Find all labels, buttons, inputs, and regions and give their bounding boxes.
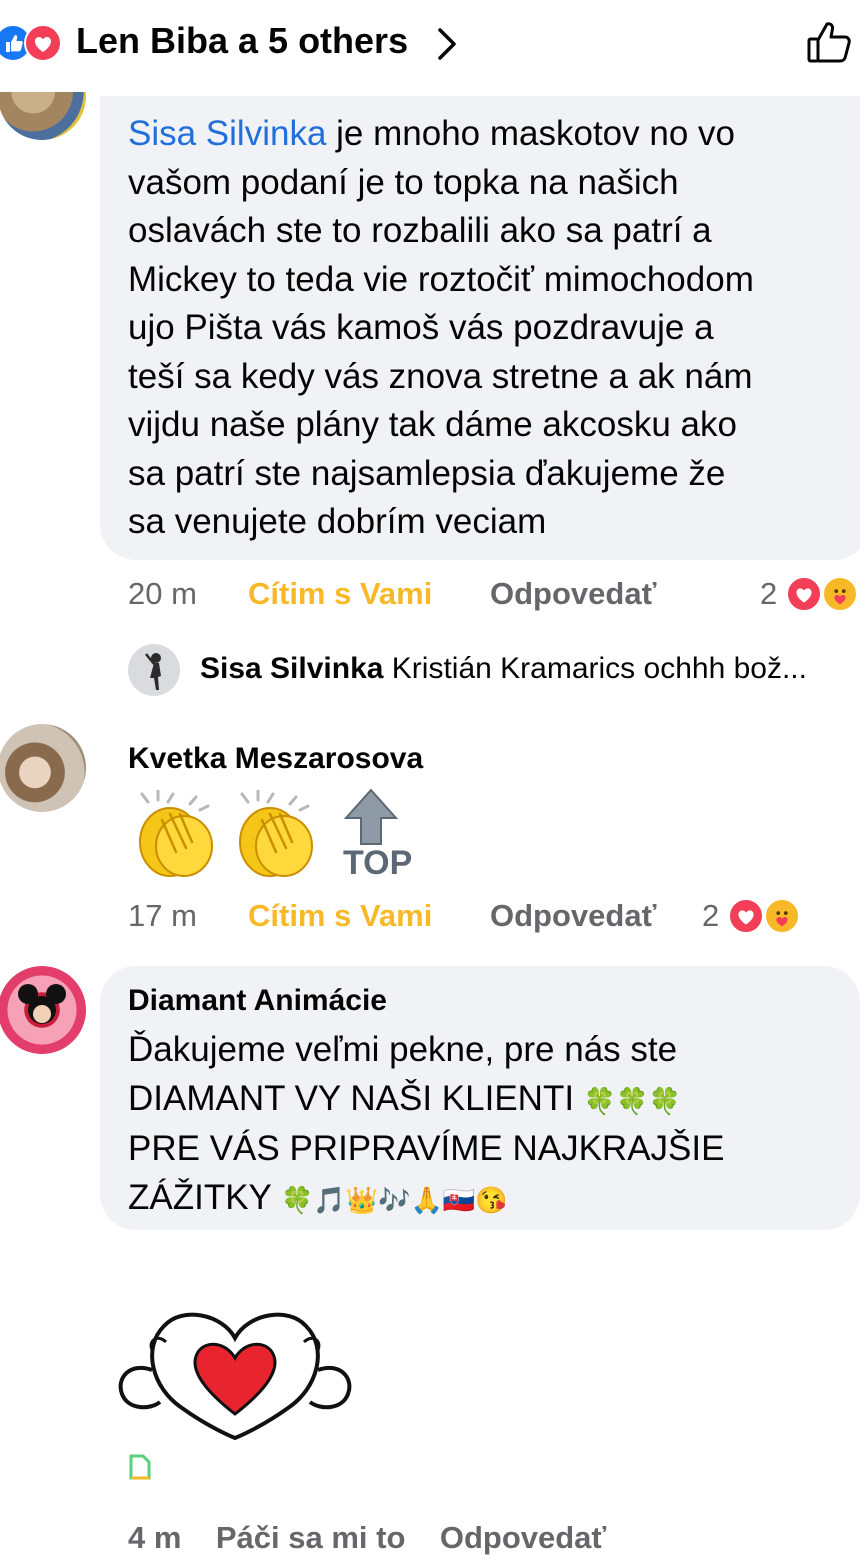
care-reaction-icon xyxy=(764,898,800,934)
avatar[interactable] xyxy=(0,966,86,1054)
love-reaction-icon xyxy=(24,24,62,62)
comment-text: Sisa Silvinka je mnoho maskotov no vo va… xyxy=(128,114,754,541)
heart-hands-sticker-icon xyxy=(112,1298,358,1446)
reply-text: Kristián Kramarics ochhh bož... xyxy=(391,652,807,685)
comment-text: Ďakujeme veľmi pekne, pre nás ste DIAMAN… xyxy=(128,1030,725,1217)
reaction-icons xyxy=(0,24,68,62)
reply-button[interactable]: Odpovedať xyxy=(490,898,656,934)
partial-meta: 4 m Páči sa mi to Odpovedať xyxy=(128,1520,607,1555)
chevron-right-icon[interactable] xyxy=(432,24,462,64)
top-label: TOP xyxy=(343,844,413,882)
care-button[interactable]: Cítim s Vami xyxy=(248,898,432,934)
reply-button[interactable]: Odpovedať xyxy=(490,576,656,612)
reactions-header[interactable]: Len Biba a 5 others xyxy=(0,0,860,92)
reply-preview[interactable]: Sisa Silvinka Kristián Kramarics ochhh b… xyxy=(200,652,850,686)
comment-author[interactable]: Kvetka Meszarosova xyxy=(128,742,423,776)
care-reaction-icon xyxy=(822,576,858,612)
reaction-count[interactable]: 2 xyxy=(760,576,777,612)
avatar[interactable] xyxy=(0,724,86,812)
clapping-hands-icon xyxy=(228,789,324,882)
comment-author[interactable]: Diamant Animácie xyxy=(128,984,387,1018)
love-reaction-icon xyxy=(786,576,822,612)
like-outline-icon[interactable] xyxy=(804,18,854,68)
sticker-tag-icon[interactable] xyxy=(128,1454,152,1480)
top-arrow-icon: TOP xyxy=(338,786,412,882)
comment-time: 20 m xyxy=(128,576,197,611)
reaction-count[interactable]: 2 xyxy=(702,898,719,934)
reactions-summary[interactable]: Len Biba a 5 others xyxy=(76,20,408,62)
comment-time: 17 m xyxy=(128,898,197,933)
avatar[interactable] xyxy=(128,644,180,696)
clapping-hands-icon xyxy=(128,789,224,882)
care-button[interactable]: Cítim s Vami xyxy=(248,576,432,612)
mention-link[interactable]: Sisa Silvinka xyxy=(128,114,326,153)
love-reaction-icon xyxy=(728,898,764,934)
reply-author[interactable]: Sisa Silvinka xyxy=(200,652,383,685)
